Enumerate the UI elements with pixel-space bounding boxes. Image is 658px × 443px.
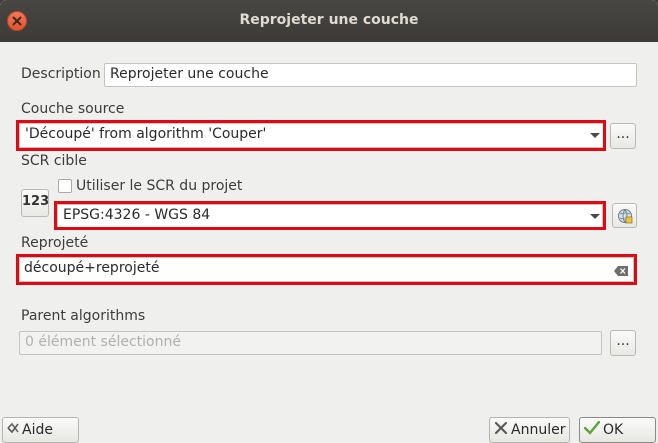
reprojected-value: découpé+reprojeté	[24, 260, 160, 276]
help-button[interactable]: Aide	[2, 417, 79, 443]
cancel-icon	[494, 421, 508, 439]
use-project-crs-label: Utiliser le SCR du projet	[76, 178, 243, 194]
window-title: Reprojeter une couche	[239, 12, 419, 28]
source-layer-value: 'Découpé' from algorithm 'Couper'	[25, 126, 267, 142]
crs-selector-label: 123	[22, 194, 50, 209]
title-bar: Reprojeter une couche	[0, 0, 658, 42]
ok-label: OK	[603, 422, 624, 438]
parent-algorithms-field: 0 élément sélectionné	[19, 331, 602, 355]
clear-text-icon[interactable]	[614, 264, 628, 276]
source-browse-button[interactable]: ...	[610, 123, 636, 149]
chevron-down-icon[interactable]	[590, 214, 600, 219]
parent-label: Parent algorithms	[21, 308, 146, 324]
dialog-window: Reprojeter une couche Description Reproj…	[0, 0, 658, 443]
ok-button[interactable]: OK	[579, 417, 656, 443]
use-project-crs-checkbox[interactable]	[58, 179, 72, 193]
cancel-label: Annuler	[511, 422, 566, 438]
globe-icon	[617, 209, 632, 224]
help-label: Aide	[22, 422, 53, 438]
source-label: Couche source	[21, 101, 125, 117]
cancel-button[interactable]: Annuler	[489, 417, 570, 443]
description-field[interactable]: Reprojeter une couche	[104, 63, 637, 87]
source-layer-combo[interactable]: 'Découpé' from algorithm 'Couper'	[19, 123, 604, 148]
crs-combo[interactable]: EPSG:4326 - WGS 84	[57, 204, 603, 228]
reprojected-label: Reprojeté	[21, 235, 89, 251]
check-icon	[583, 420, 601, 439]
crs-selector-button[interactable]: 123	[21, 189, 49, 217]
description-label: Description	[21, 66, 101, 82]
chevron-down-icon[interactable]	[590, 133, 600, 138]
reprojected-output-field[interactable]: découpé+reprojeté	[19, 257, 634, 282]
crs-projection-button[interactable]	[612, 203, 637, 228]
parent-browse-button[interactable]: ...	[610, 330, 636, 356]
parent-placeholder: 0 élément sélectionné	[25, 334, 181, 350]
help-icon	[7, 422, 19, 438]
crs-label: SCR cible	[21, 153, 87, 169]
crs-value: EPSG:4326 - WGS 84	[63, 207, 211, 223]
